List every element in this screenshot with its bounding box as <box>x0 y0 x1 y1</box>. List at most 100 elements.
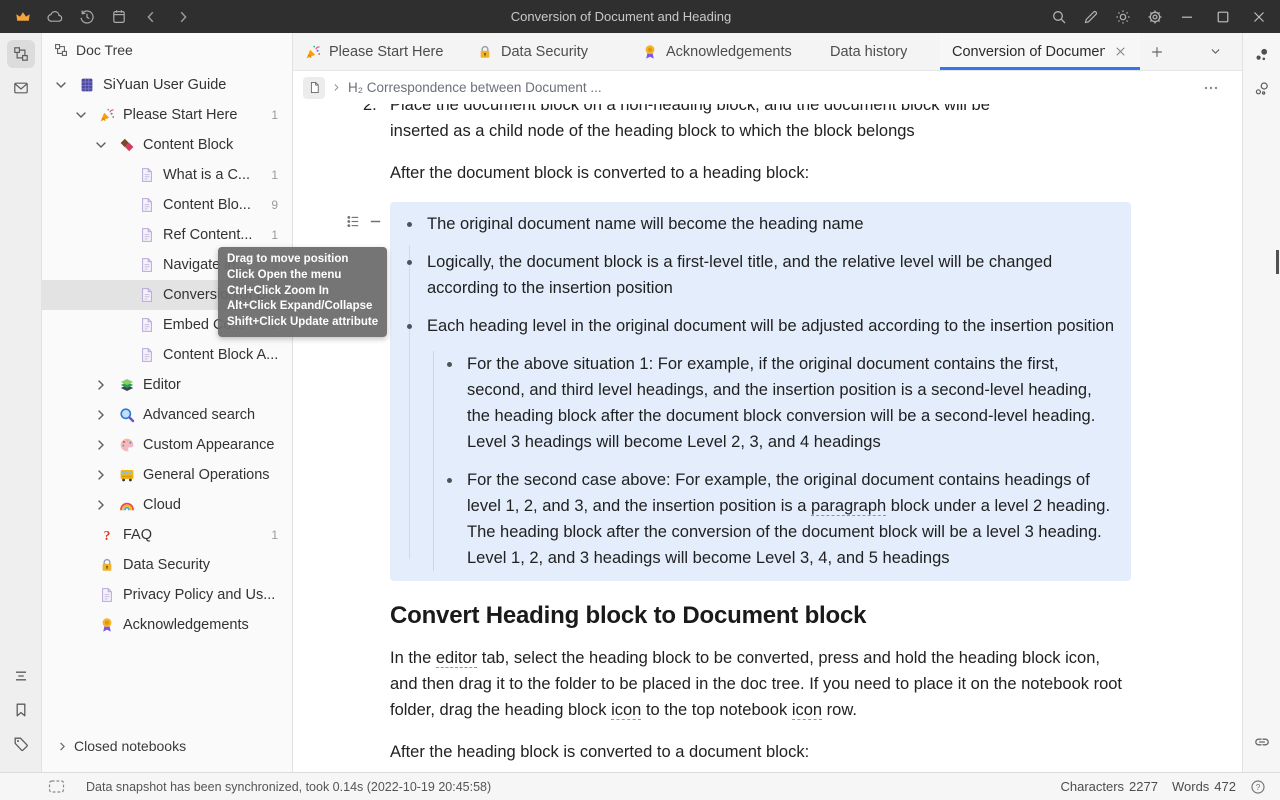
tree-item[interactable]: Editor <box>42 370 292 400</box>
dock-global-graph-button[interactable] <box>1248 75 1276 103</box>
paragraph-after[interactable]: After the heading block is converted to … <box>390 739 1131 765</box>
doc-icon <box>139 167 155 183</box>
lock-icon <box>99 557 115 573</box>
selected-block-row: The original document name will become t… <box>390 202 1131 581</box>
scrollbar-thumb[interactable] <box>1276 250 1279 274</box>
annotated-text: editor <box>436 649 477 668</box>
main-area: Please Start Here Data Security Acknowledg… <box>293 33 1242 772</box>
dock-outline-button[interactable] <box>7 662 35 690</box>
bullet-item[interactable]: Each heading level in the original docum… <box>427 313 1119 571</box>
tree-item[interactable]: Custom Appearance <box>42 430 292 460</box>
right-dock-bottom <box>1248 728 1276 762</box>
word-count: Characters2277 Words472 ? <box>1060 779 1266 795</box>
block-gutter <box>346 214 383 229</box>
paragraph-intro[interactable]: After the document block is converted to… <box>390 160 1131 186</box>
tab-label: Acknowledgements <box>666 44 792 60</box>
dock-backlink-button[interactable] <box>1248 728 1276 756</box>
chevron-down-icon[interactable] <box>53 77 69 93</box>
titlebar-left-icons <box>8 4 198 30</box>
bullet-item[interactable]: For the second case above: For example, … <box>467 467 1119 571</box>
heading-2[interactable]: Convert Heading block to Document block <box>390 603 1131 629</box>
theme-button[interactable] <box>1108 4 1138 30</box>
closed-notebooks-toggle[interactable]: Closed notebooks <box>42 728 292 764</box>
crown-button[interactable] <box>8 4 38 30</box>
tree-item[interactable]: ?FAQ1 <box>42 520 292 550</box>
tooltip-line: Alt+Click Expand/Collapse <box>227 299 378 315</box>
selected-list-block[interactable]: The original document name will become t… <box>390 202 1131 581</box>
dock-graph-button[interactable] <box>1248 41 1276 69</box>
doc-icon <box>139 317 155 333</box>
dock-tag-button[interactable] <box>7 730 35 758</box>
ordered-list-item[interactable]: 2. Place the document block on a non-hea… <box>363 104 1131 144</box>
forward-button[interactable] <box>168 4 198 30</box>
list-number: 2. <box>363 104 390 144</box>
tab-3[interactable]: Acknowledgements <box>630 33 805 70</box>
dock-bookmark-button[interactable] <box>7 696 35 724</box>
tree-item[interactable]: Content Block A... <box>42 340 292 370</box>
list-item-gutter-icon[interactable] <box>368 214 383 229</box>
tab-list-button[interactable] <box>1200 33 1230 70</box>
bullet-item[interactable]: Logically, the document block is a first… <box>427 249 1119 301</box>
doc-icon <box>139 257 155 273</box>
history-button[interactable] <box>72 4 102 30</box>
tabbar-spacer <box>1174 33 1200 70</box>
tree-item[interactable]: Data Security <box>42 550 292 580</box>
tree-item[interactable]: General Operations <box>42 460 292 490</box>
tab-5[interactable]: Conversion of Document and Heading <box>940 33 1140 70</box>
dock-inbox-button[interactable] <box>7 74 35 102</box>
tab-label: Please Start Here <box>329 44 443 60</box>
tooltip-line: Shift+Click Update attribute <box>227 315 378 331</box>
close-button[interactable] <box>1242 4 1276 30</box>
tree-item[interactable]: SiYuan User Guide <box>42 70 292 100</box>
edit-button[interactable] <box>1076 4 1106 30</box>
dock-doc-tree-button[interactable] <box>7 40 35 68</box>
tab-2[interactable]: Data Security <box>465 33 630 70</box>
search-button[interactable] <box>1044 4 1074 30</box>
window-title: Conversion of Document and Heading <box>198 9 1044 24</box>
help-button[interactable]: ? <box>1250 779 1266 795</box>
chevron-right-icon[interactable] <box>93 437 109 453</box>
tab-bar: Please Start Here Data Security Acknowledg… <box>293 33 1242 71</box>
bullet-item[interactable]: The original document name will become t… <box>427 211 1119 237</box>
tree-item[interactable]: Please Start Here1 <box>42 100 292 130</box>
chevron-right-icon[interactable] <box>93 497 109 513</box>
tree-item[interactable]: Ref Content...1 <box>42 220 292 250</box>
daily-note-button[interactable] <box>104 4 134 30</box>
sync-message: Data snapshot has been synchronized, too… <box>86 780 491 794</box>
chevron-right-icon[interactable] <box>93 377 109 393</box>
tree-item-label: Cloud <box>143 497 292 513</box>
new-tab-button[interactable] <box>1140 33 1174 70</box>
chevron-right-icon[interactable] <box>93 407 109 423</box>
tab-1[interactable]: Please Start Here <box>293 33 465 70</box>
tree-item[interactable]: Content Blo...9 <box>42 190 292 220</box>
tree-item[interactable]: Cloud <box>42 490 292 520</box>
back-button[interactable] <box>136 4 166 30</box>
list-gutter-icon[interactable] <box>346 214 361 229</box>
svg-text:?: ? <box>1256 782 1261 792</box>
tree-item-count: 1 <box>271 228 278 242</box>
tree-item[interactable]: Advanced search <box>42 400 292 430</box>
minimize-button[interactable] <box>1170 4 1204 30</box>
bullet-item[interactable]: For the above situation 1: For example, … <box>467 351 1119 455</box>
chevron-down-icon[interactable] <box>73 107 89 123</box>
left-dock <box>0 33 42 772</box>
chevron-down-icon[interactable] <box>93 137 109 153</box>
more-button[interactable] <box>1200 80 1222 96</box>
tree-item[interactable]: Acknowledgements <box>42 610 292 640</box>
siyuan-window: Conversion of Document and Heading Doc T… <box>0 0 1280 800</box>
tree-item[interactable]: Privacy Policy and Us... <box>42 580 292 610</box>
block-icon-button[interactable] <box>303 77 325 99</box>
chevron-spacer <box>113 287 129 303</box>
tree-item[interactable]: What is a C...1 <box>42 160 292 190</box>
chevron-right-icon[interactable] <box>93 467 109 483</box>
settings-button[interactable] <box>1140 4 1170 30</box>
maximize-button[interactable] <box>1206 4 1240 30</box>
tab-4[interactable]: Data history <box>805 33 940 70</box>
close-tab-icon[interactable] <box>1113 44 1128 59</box>
paragraph-convert[interactable]: In the editor tab, select the heading bl… <box>390 645 1131 723</box>
tree-item[interactable]: Content Block <box>42 130 292 160</box>
editor[interactable]: 2. Place the document block on a non-hea… <box>293 104 1242 772</box>
cloud-button[interactable] <box>40 4 70 30</box>
list-item-text: Place the document block on a non-headin… <box>390 104 1038 144</box>
tooltip-line: Ctrl+Click Zoom In <box>227 284 378 300</box>
